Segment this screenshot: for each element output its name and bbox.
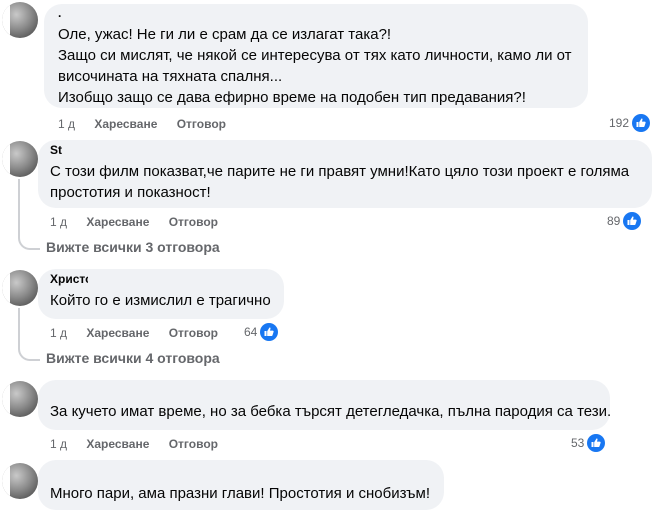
view-all-replies-link[interactable]: Вижте всички 3 отговора bbox=[46, 239, 220, 255]
avatar[interactable] bbox=[2, 381, 38, 417]
comment-text-line: За кучето имат време, но за бебка търсят… bbox=[50, 403, 612, 420]
comment-bubble: . Оле, ужас! Не ги ли е срам да се излаг… bbox=[44, 4, 588, 108]
redaction bbox=[88, 275, 198, 285]
reply-button[interactable]: Отговор bbox=[169, 437, 218, 451]
reaction-count-value: 192 bbox=[609, 116, 630, 130]
reply-button[interactable]: Отговор bbox=[169, 326, 218, 340]
redaction bbox=[78, 146, 198, 156]
comment-author[interactable]: . bbox=[58, 6, 61, 20]
comment-timestamp[interactable]: 1 д bbox=[50, 215, 67, 229]
comment-text-line: С този филм показват,че парите не ги пра… bbox=[50, 163, 630, 180]
comment-text-line: Който го е измислил е трагично bbox=[50, 292, 271, 309]
avatar[interactable] bbox=[2, 141, 38, 177]
comment-text-line: Изобщо защо се дава ефирно време на подо… bbox=[58, 89, 526, 106]
thread-connector bbox=[18, 345, 40, 361]
reply-button[interactable]: Отговор bbox=[169, 215, 218, 229]
comment-meta: 1 д Харесване Отговор bbox=[50, 215, 218, 229]
thread-connector bbox=[18, 234, 40, 250]
redaction bbox=[50, 466, 190, 476]
comment-bubble: St С този филм показват,че парите не ги … bbox=[38, 140, 652, 208]
comment-meta: 1 д Харесване Отговор bbox=[50, 326, 218, 340]
like-thumbs-up-icon bbox=[587, 434, 606, 452]
comment-author[interactable]: Христо bbox=[50, 272, 92, 286]
reaction-count-value: 53 bbox=[571, 436, 585, 450]
comment-bubble: Христо Който го е измислил е трагично bbox=[38, 269, 284, 319]
comment-text-line: простотия и показност! bbox=[50, 184, 211, 201]
comment-timestamp[interactable]: 1 д bbox=[58, 117, 75, 131]
comment-author[interactable]: St bbox=[50, 143, 62, 157]
comment-bubble: За кучето имат време, но за бебка търсят… bbox=[38, 380, 612, 430]
avatar[interactable] bbox=[2, 463, 38, 499]
comment-text-line: височината на тяхната спалня... bbox=[58, 68, 283, 85]
thread-line bbox=[18, 179, 20, 235]
redaction bbox=[50, 386, 190, 396]
like-button[interactable]: Харесване bbox=[94, 117, 157, 131]
comment-timestamp[interactable]: 1 д bbox=[50, 437, 67, 451]
reaction-count-value: 64 bbox=[244, 325, 258, 339]
comment-bubble: Много пари, ама празни глави! Простотия … bbox=[38, 460, 444, 510]
like-button[interactable]: Харесване bbox=[86, 437, 149, 451]
thread-line bbox=[18, 308, 20, 346]
comment-timestamp[interactable]: 1 д bbox=[50, 326, 67, 340]
like-thumbs-up-icon bbox=[632, 114, 651, 132]
comment-meta: 1 д Харесване Отговор bbox=[50, 437, 218, 451]
avatar[interactable] bbox=[2, 270, 38, 306]
comment-text-line: Защо си мислят, че някой се интересува о… bbox=[58, 47, 572, 64]
reaction-count[interactable]: 53 bbox=[571, 434, 606, 452]
avatar[interactable] bbox=[2, 2, 38, 38]
like-thumbs-up-icon bbox=[260, 323, 279, 341]
comment-text-line: Оле, ужас! Не ги ли е срам да се излагат… bbox=[58, 26, 392, 43]
comment-text-line: Много пари, ама празни глави! Простотия … bbox=[50, 485, 430, 502]
reaction-count-value: 89 bbox=[607, 214, 621, 228]
reply-button[interactable]: Отговор bbox=[177, 117, 226, 131]
like-button[interactable]: Харесване bbox=[86, 215, 149, 229]
reaction-count[interactable]: 64 bbox=[244, 323, 279, 341]
view-all-replies-link[interactable]: Вижте всички 4 отговора bbox=[46, 350, 220, 366]
like-button[interactable]: Харесване bbox=[86, 326, 149, 340]
reaction-count[interactable]: 192 bbox=[609, 114, 651, 132]
like-thumbs-up-icon bbox=[623, 212, 642, 230]
comment-meta: 1 д Харесване Отговор bbox=[58, 117, 226, 131]
reaction-count[interactable]: 89 bbox=[607, 212, 642, 230]
